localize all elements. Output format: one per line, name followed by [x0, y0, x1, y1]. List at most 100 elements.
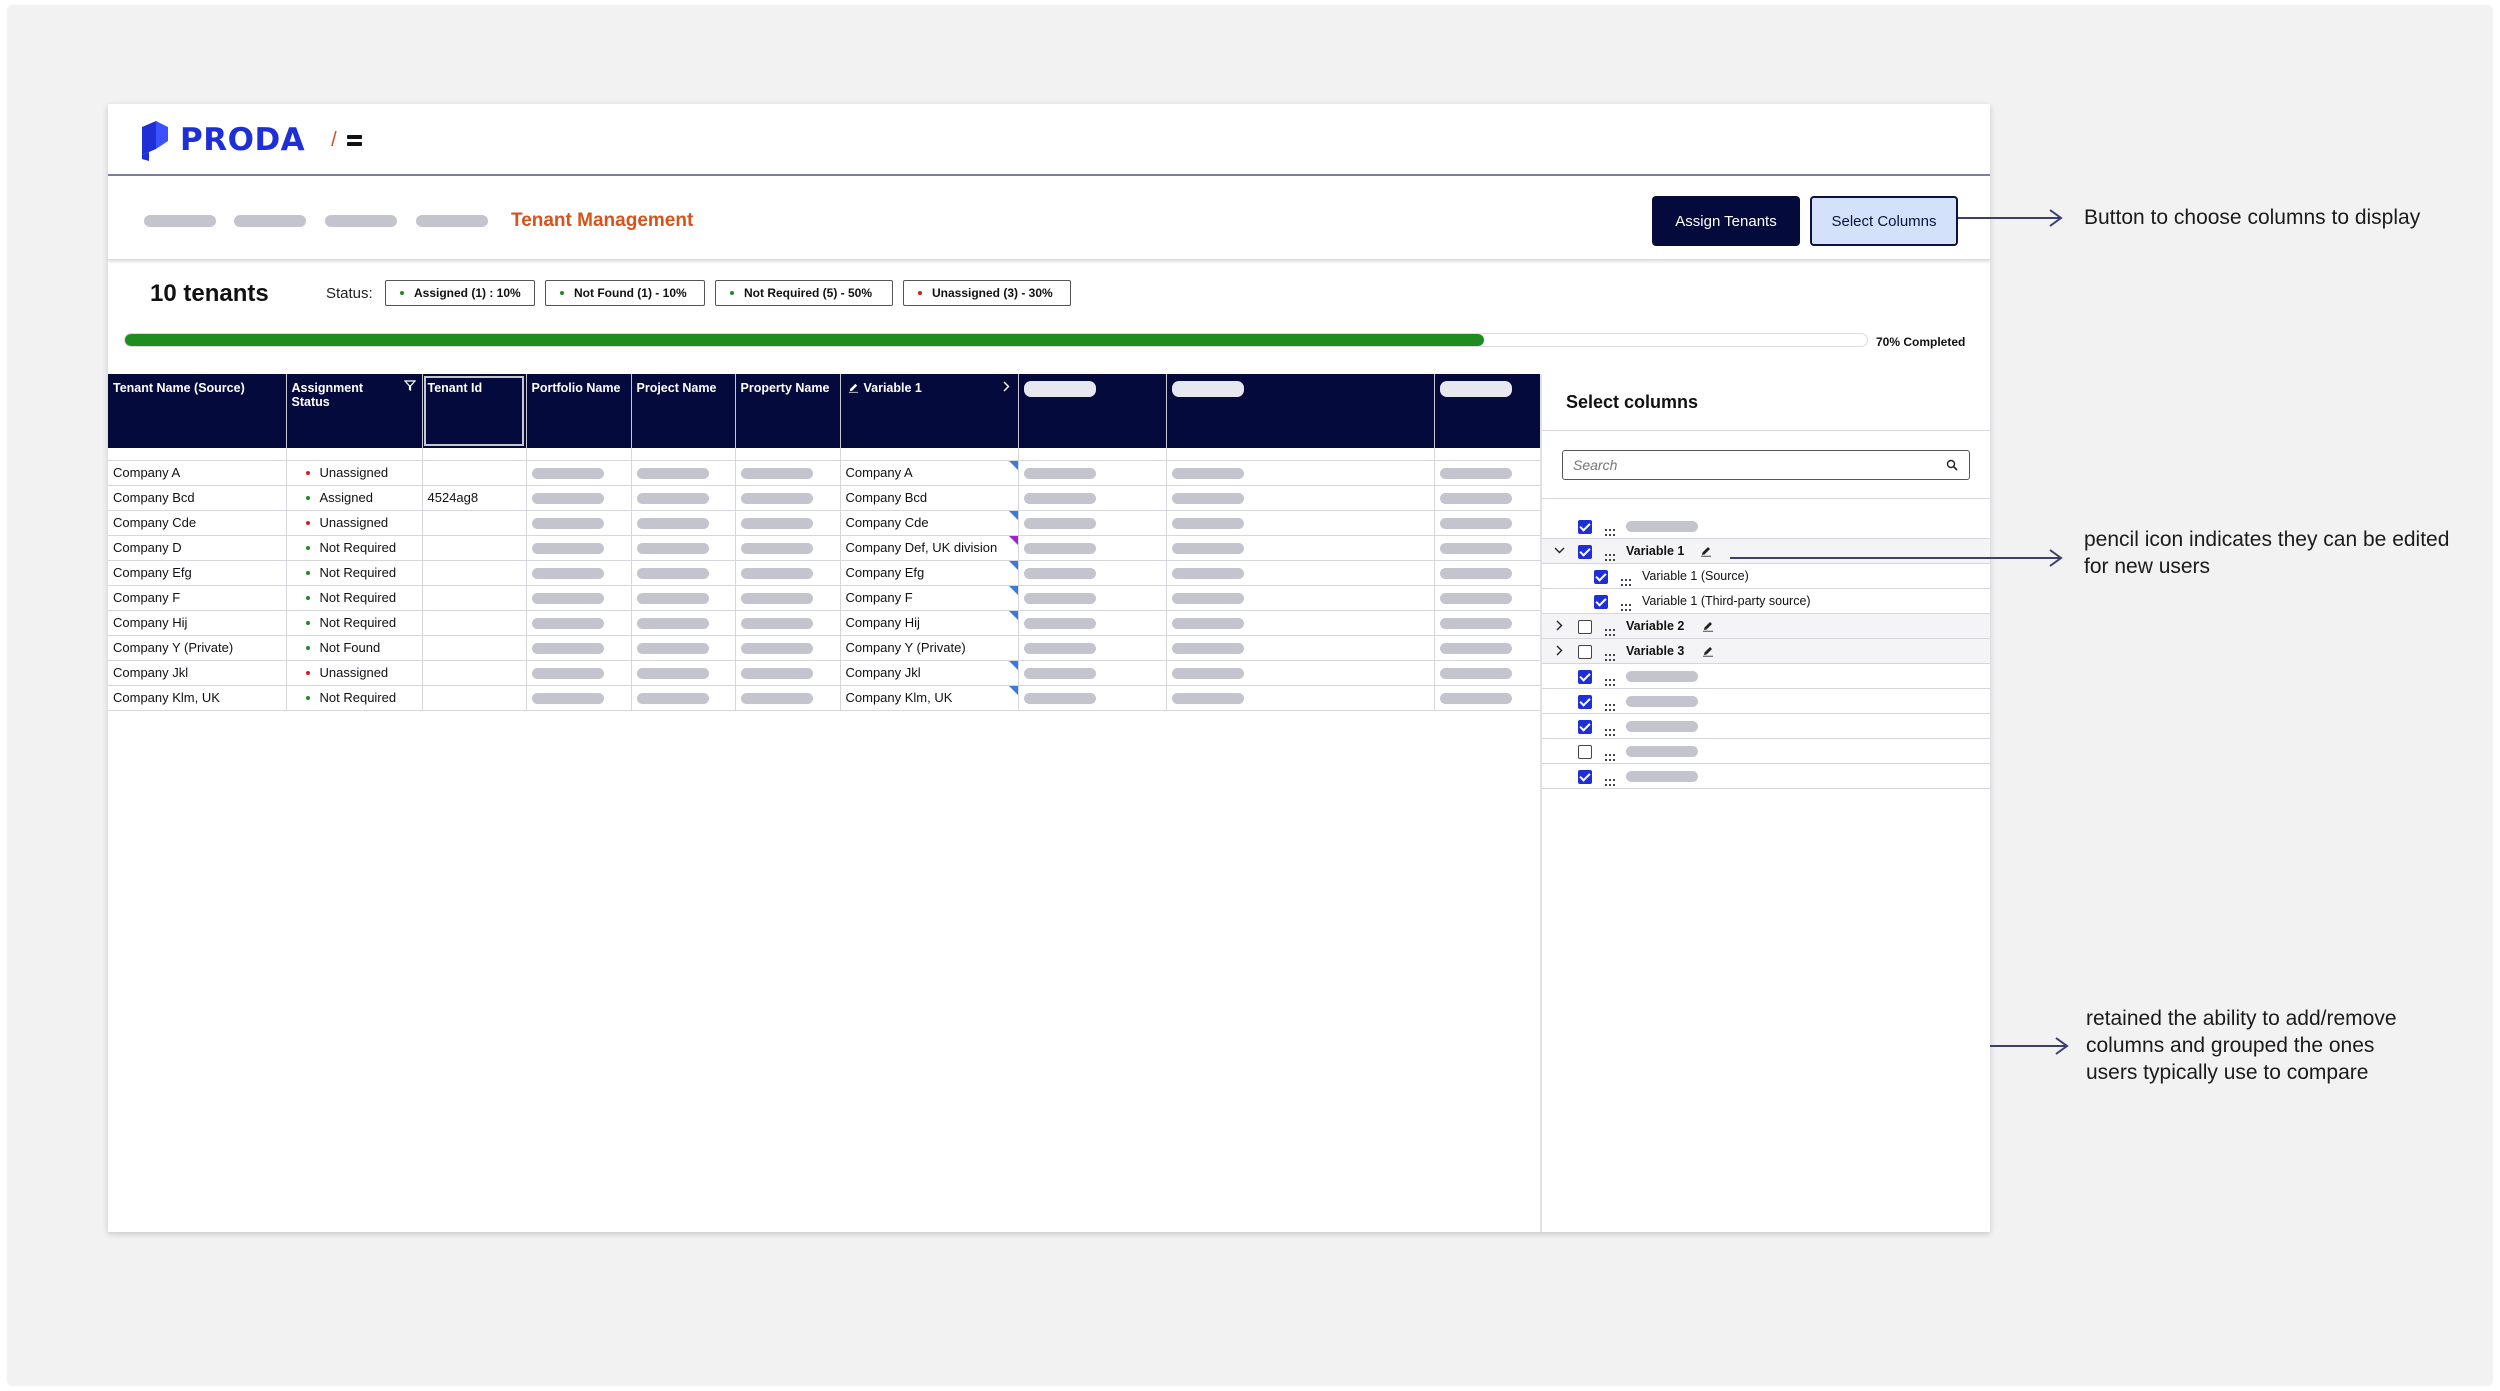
pencil-icon[interactable]: [1700, 545, 1712, 557]
cell-placeholder[interactable]: [1166, 535, 1435, 561]
cell-placeholder[interactable]: [735, 610, 841, 636]
cell-placeholder[interactable]: [735, 560, 841, 586]
cell-placeholder[interactable]: [1018, 635, 1167, 661]
cell-variable-1[interactable]: Company Y (Private): [840, 635, 1019, 661]
cell-placeholder[interactable]: [631, 585, 736, 611]
cell-placeholder[interactable]: [735, 585, 841, 611]
cell-placeholder[interactable]: [1434, 485, 1542, 511]
breadcrumb-item[interactable]: [416, 215, 488, 227]
filter-icon[interactable]: [403, 380, 416, 391]
cell-variable-1[interactable]: Company Hij: [840, 610, 1019, 636]
drag-handle-icon[interactable]: [1605, 648, 1615, 661]
drag-handle-icon[interactable]: [1605, 773, 1615, 786]
cell-placeholder[interactable]: [526, 535, 632, 561]
drag-handle-icon[interactable]: [1605, 623, 1615, 636]
cell-tenant-name[interactable]: Company Bcd: [108, 485, 287, 511]
column-checkbox[interactable]: [1578, 695, 1592, 709]
drag-handle-icon[interactable]: [1621, 598, 1631, 611]
search-icon[interactable]: [1946, 459, 1958, 471]
column-checkbox[interactable]: [1578, 770, 1592, 784]
column-option[interactable]: [1542, 764, 1990, 789]
cell-assignment-status[interactable]: Unassigned: [286, 510, 423, 536]
cell-placeholder[interactable]: [631, 610, 736, 636]
cell-tenant-name[interactable]: Company Hij: [108, 610, 287, 636]
cell-placeholder[interactable]: [526, 635, 632, 661]
cell-tenant-id[interactable]: [422, 685, 527, 711]
cell-placeholder[interactable]: [1018, 560, 1167, 586]
cell-tenant-name[interactable]: Company Efg: [108, 560, 287, 586]
column-option[interactable]: Variable 1 (Third-party source): [1542, 589, 1990, 614]
cell-placeholder[interactable]: [526, 460, 632, 486]
column-search-input[interactable]: [1562, 450, 1970, 480]
drag-handle-icon[interactable]: [1605, 723, 1615, 736]
column-option[interactable]: [1542, 664, 1990, 689]
cell-variable-1[interactable]: Company Klm, UK: [840, 685, 1019, 711]
cell-variable-1[interactable]: Company A: [840, 460, 1019, 486]
cell-placeholder[interactable]: [1434, 460, 1542, 486]
drag-handle-icon[interactable]: [1605, 548, 1615, 561]
table-row[interactable]: Company Y (Private) Not Found Company Y (P…: [108, 635, 1542, 661]
cell-placeholder[interactable]: [1434, 560, 1542, 586]
cell-placeholder[interactable]: [1166, 635, 1435, 661]
cell-placeholder[interactable]: [631, 560, 736, 586]
column-header-placeholder[interactable]: [1434, 374, 1542, 448]
cell-placeholder[interactable]: [1018, 485, 1167, 511]
cell-placeholder[interactable]: [526, 560, 632, 586]
cell-placeholder[interactable]: [735, 460, 841, 486]
breadcrumb-item[interactable]: [234, 215, 306, 227]
breadcrumb-item[interactable]: [325, 215, 397, 227]
column-checkbox[interactable]: [1578, 620, 1592, 634]
cell-placeholder[interactable]: [1018, 535, 1167, 561]
status-chip-unassigned[interactable]: Unassigned (3) - 30%: [903, 280, 1071, 306]
cell-placeholder[interactable]: [1166, 560, 1435, 586]
cell-tenant-id[interactable]: [422, 510, 527, 536]
drag-handle-icon[interactable]: [1621, 573, 1631, 586]
cell-placeholder[interactable]: [526, 660, 632, 686]
cell-tenant-name[interactable]: Company Klm, UK: [108, 685, 287, 711]
table-row[interactable]: Company Klm, UK Not Required Company Klm, …: [108, 685, 1542, 711]
cell-variable-1[interactable]: Company Bcd: [840, 485, 1019, 511]
cell-placeholder[interactable]: [631, 460, 736, 486]
cell-tenant-id[interactable]: [422, 610, 527, 636]
drag-handle-icon[interactable]: [1605, 673, 1615, 686]
cell-assignment-status[interactable]: Not Required: [286, 560, 423, 586]
cell-placeholder[interactable]: [735, 685, 841, 711]
chevron-right-icon[interactable]: [1002, 381, 1010, 392]
cell-placeholder[interactable]: [631, 685, 736, 711]
cell-tenant-name[interactable]: Company Y (Private): [108, 635, 287, 661]
select-columns-button[interactable]: Select Columns: [1810, 196, 1958, 246]
cell-tenant-name[interactable]: Company Cde: [108, 510, 287, 536]
column-header-variable-1[interactable]: Variable 1: [840, 374, 1019, 448]
column-checkbox[interactable]: [1578, 670, 1592, 684]
cell-assignment-status[interactable]: Unassigned: [286, 460, 423, 486]
cell-tenant-id[interactable]: 4524ag8: [422, 485, 527, 511]
cell-placeholder[interactable]: [1434, 635, 1542, 661]
column-option[interactable]: Variable 2: [1542, 614, 1990, 639]
cell-assignment-status[interactable]: Unassigned: [286, 660, 423, 686]
cell-placeholder[interactable]: [1434, 610, 1542, 636]
table-row[interactable]: Company Efg Not Required Company Efg: [108, 560, 1542, 586]
cell-placeholder[interactable]: [526, 585, 632, 611]
cell-placeholder[interactable]: [526, 510, 632, 536]
chevron-right-icon[interactable]: [1554, 620, 1565, 631]
column-checkbox[interactable]: [1594, 570, 1608, 584]
pencil-icon[interactable]: [848, 382, 859, 393]
menu-icon[interactable]: [346, 134, 362, 146]
cell-variable-1[interactable]: Company F: [840, 585, 1019, 611]
cell-variable-1[interactable]: Company Cde: [840, 510, 1019, 536]
column-option[interactable]: [1542, 514, 1990, 539]
column-header-tenant-name[interactable]: Tenant Name (Source): [108, 374, 287, 448]
cell-tenant-id[interactable]: [422, 585, 527, 611]
cell-tenant-id[interactable]: [422, 660, 527, 686]
cell-placeholder[interactable]: [1018, 510, 1167, 536]
cell-assignment-status[interactable]: Not Required: [286, 535, 423, 561]
cell-placeholder[interactable]: [1166, 485, 1435, 511]
cell-placeholder[interactable]: [526, 485, 632, 511]
cell-tenant-id[interactable]: [422, 635, 527, 661]
chevron-down-icon[interactable]: [1554, 545, 1565, 556]
column-header-property-name[interactable]: Property Name: [735, 374, 841, 448]
cell-placeholder[interactable]: [1166, 610, 1435, 636]
logo[interactable]: PRODA /: [140, 119, 362, 161]
cell-placeholder[interactable]: [735, 660, 841, 686]
column-option[interactable]: [1542, 739, 1990, 764]
